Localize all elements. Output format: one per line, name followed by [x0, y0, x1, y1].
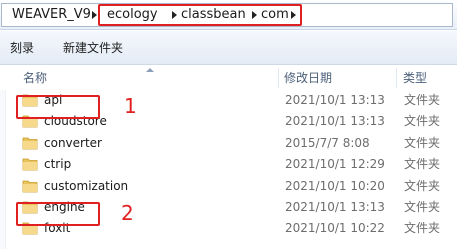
- toolbar: 刻录 新建文件夹: [0, 31, 457, 65]
- annotation-box-address: [98, 4, 302, 26]
- file-type: 文件夹: [404, 199, 441, 214]
- list-item[interactable]: converter 2015/7/7 8:08 文件夹: [0, 133, 457, 154]
- file-type: 文件夹: [404, 157, 441, 172]
- file-name: converter: [44, 135, 102, 150]
- file-modified: 2021/10/1 12:29: [285, 157, 385, 172]
- file-name: customization: [44, 178, 129, 193]
- annotation-box-api: [16, 95, 100, 119]
- folder-icon: [22, 137, 38, 150]
- file-type: 文件夹: [404, 114, 441, 129]
- address-bar: WEAVER_V9 ecology classbean com: [0, 0, 457, 30]
- column-modified[interactable]: 修改日期: [284, 66, 332, 90]
- file-type: 文件夹: [404, 135, 441, 150]
- file-modified: 2021/10/1 13:13: [285, 93, 385, 107]
- file-type: 文件夹: [404, 221, 441, 236]
- file-modified: 2021/10/1 13:13: [285, 199, 385, 214]
- new-folder-button[interactable]: 新建文件夹: [63, 40, 123, 56]
- file-modified: 2021/10/1 10:20: [285, 178, 385, 193]
- column-divider[interactable]: [396, 68, 397, 88]
- list-item[interactable]: ctrip 2021/10/1 12:29 文件夹: [0, 154, 457, 175]
- annotation-number-1: 1: [124, 94, 137, 118]
- file-type: 文件夹: [404, 93, 441, 107]
- column-type[interactable]: 类型: [403, 66, 427, 90]
- list-item[interactable]: customization 2021/10/1 10:20 文件夹: [0, 176, 457, 197]
- file-modified: 2021/10/1 13:13: [285, 114, 385, 129]
- folder-icon: [22, 180, 38, 192]
- annotation-number-2: 2: [121, 201, 134, 225]
- breadcrumb-root[interactable]: WEAVER_V9: [12, 7, 91, 23]
- file-modified: 2021/10/1 10:22: [285, 221, 385, 236]
- file-name: ctrip: [44, 157, 72, 172]
- burn-button[interactable]: 刻录: [10, 40, 34, 56]
- chevron-right-icon[interactable]: [92, 11, 97, 19]
- column-divider[interactable]: [278, 68, 279, 88]
- folder-icon: [22, 158, 38, 171]
- file-modified: 2015/7/7 8:08: [285, 135, 370, 150]
- column-name[interactable]: 名称: [23, 66, 47, 90]
- annotation-box-engine: [16, 202, 100, 226]
- sort-ascending-icon: [146, 68, 154, 72]
- file-type: 文件夹: [404, 178, 441, 193]
- column-header: 名称 修改日期 类型: [0, 66, 457, 90]
